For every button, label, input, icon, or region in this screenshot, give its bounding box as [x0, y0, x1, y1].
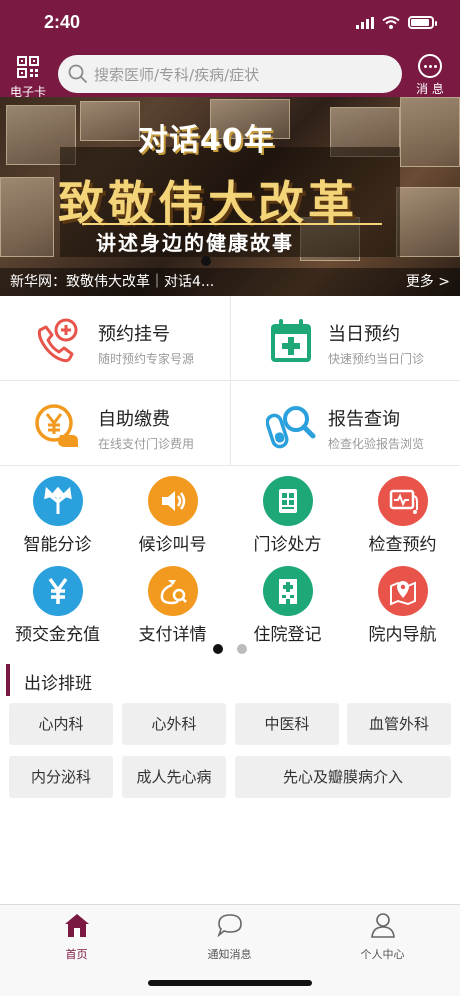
quick-label: 检查预约 [368, 535, 437, 555]
service-subtitle: 在线支付门诊费用 [98, 437, 195, 451]
test-tube-magnifier-icon [266, 406, 316, 449]
tab-label: 首页 [65, 948, 88, 961]
status-bar: 2:40 [0, 0, 460, 50]
quick-label: 智能分诊 [23, 535, 92, 555]
banner-more-link[interactable]: 更多 > [406, 268, 450, 296]
banner-title-1: 对话40年 [138, 123, 275, 158]
message-button[interactable]: 消 息 [410, 54, 450, 97]
service-subtitle: 随时预约专家号源 [98, 352, 195, 366]
battery-icon [408, 16, 437, 29]
service-title: 预约挂号 [98, 324, 170, 345]
banner-title-3: 讲述身边的健康故事 [96, 231, 294, 255]
service-subtitle: 快速预约当日门诊 [328, 352, 425, 366]
cellular-signal-icon [356, 16, 374, 29]
quick-inpatient-registration[interactable]: 住院登记 [230, 556, 345, 646]
speaker-icon [147, 476, 198, 526]
quick-label: 预交金充值 [15, 625, 100, 645]
quick-deposit-recharge[interactable]: 预交金充值 [0, 556, 115, 646]
message-label: 消 息 [416, 82, 444, 96]
prescription-icon [262, 476, 313, 526]
service-same-day[interactable]: 当日预约 快速预约当日门诊 [230, 296, 460, 381]
home-icon [64, 914, 89, 937]
quick-icon-grid: 智能分诊 候诊叫号 门诊处方 检查预约 预交金充值 支付详情 住院登记 院内导航 [0, 466, 460, 656]
status-time: 2:40 [44, 12, 81, 32]
quick-label: 院内导航 [368, 625, 437, 645]
grid-page-dot-active [213, 644, 223, 654]
phone-plus-icon [37, 318, 78, 363]
department-button[interactable]: 心内科 [9, 703, 113, 745]
tab-label: 通知消息 [207, 948, 252, 961]
department-button[interactable]: 心外科 [122, 703, 226, 745]
tab-label: 个人中心 [360, 948, 405, 961]
service-subtitle: 检查化验报告浏览 [328, 437, 425, 451]
tab-notifications[interactable]: 通知消息 [153, 911, 306, 962]
quick-label: 候诊叫号 [138, 535, 207, 555]
department-button[interactable]: 中医科 [235, 703, 339, 745]
home-indicator [148, 980, 312, 986]
person-icon [370, 913, 395, 938]
search-placeholder: 搜索医师/专科/疾病/症状 [94, 65, 260, 84]
promo-banner[interactable]: 对话40年 致敬伟大改革 讲述身边的健康故事 新华网：致敬伟大改革｜对话4...… [0, 97, 460, 296]
grid-page-dot [237, 644, 247, 654]
calendar-cross-icon [271, 319, 311, 362]
service-grid: 预约挂号 随时预约专家号源 当日预约 快速预约当日门诊 自助缴费 在线支付门诊费… [0, 296, 460, 466]
monitor-heart-icon [377, 476, 428, 526]
banner-caption: 新华网：致敬伟大改革｜对话4... [0, 268, 460, 296]
money-bag-search-icon [147, 566, 198, 616]
quick-triage[interactable]: 智能分诊 [0, 466, 115, 556]
service-title: 当日预约 [328, 324, 400, 345]
search-icon [68, 64, 88, 84]
message-icon [418, 54, 442, 78]
app-header: 2:40 电子卡 搜索医师/专科/疾病/症状 消 息 [0, 0, 460, 100]
quick-prescription[interactable]: 门诊处方 [230, 466, 345, 556]
yen-hand-icon [35, 404, 78, 447]
department-button[interactable]: 内分泌科 [9, 756, 113, 798]
status-icons [356, 16, 437, 29]
tab-profile[interactable]: 个人中心 [306, 911, 459, 962]
service-title: 自助缴费 [98, 409, 170, 430]
quick-label: 住院登记 [253, 625, 322, 645]
quick-payment-detail[interactable]: 支付详情 [115, 556, 230, 646]
quick-label: 支付详情 [138, 625, 207, 645]
hospital-building-icon [262, 566, 313, 616]
department-button[interactable]: 成人先心病 [122, 756, 226, 798]
service-appointment[interactable]: 预约挂号 随时预约专家号源 [0, 296, 230, 381]
schedule-section-header: 出诊排班 [0, 664, 460, 696]
tab-home[interactable]: 首页 [0, 911, 153, 962]
qr-code-icon [17, 56, 39, 78]
quick-label: 门诊处方 [253, 535, 322, 555]
quick-queue-call[interactable]: 候诊叫号 [115, 466, 230, 556]
schedule-title: 出诊排班 [24, 674, 92, 694]
department-button[interactable]: 血管外科 [347, 703, 451, 745]
yen-icon [32, 566, 83, 616]
quick-exam-booking[interactable]: 检查预约 [345, 466, 460, 556]
triage-arrows-icon [32, 476, 83, 526]
wifi-icon [382, 16, 400, 29]
search-input[interactable]: 搜索医师/专科/疾病/症状 [58, 55, 402, 93]
service-title: 报告查询 [328, 409, 400, 430]
map-pin-icon [377, 566, 428, 616]
service-self-pay[interactable]: 自助缴费 在线支付门诊费用 [0, 381, 230, 466]
chat-bubble-icon [216, 914, 242, 938]
quick-indoor-navigation[interactable]: 院内导航 [345, 556, 460, 646]
service-report-query[interactable]: 报告查询 检查化验报告浏览 [230, 381, 460, 466]
department-button[interactable]: 先心及瓣膜病介入 [235, 756, 451, 798]
ecard-button[interactable]: 电子卡 [6, 56, 50, 100]
banner-page-dot [201, 256, 211, 266]
